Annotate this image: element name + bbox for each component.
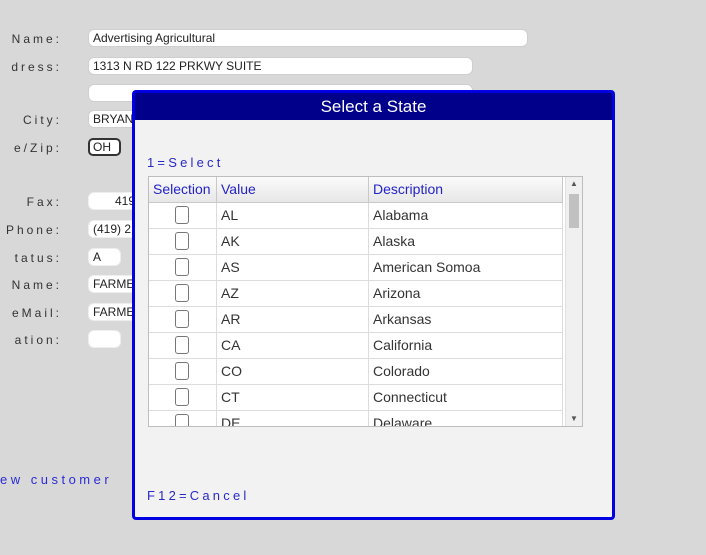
selection-column-header[interactable]: Selection [149, 177, 217, 202]
description-cell: Alaska [369, 229, 563, 254]
fax-label: Fax: [26, 195, 62, 209]
selection-checkbox[interactable] [175, 362, 189, 380]
selection-checkbox[interactable] [175, 232, 189, 250]
selection-cell [149, 203, 217, 228]
selection-cell [149, 411, 217, 426]
description-column-header[interactable]: Description [369, 177, 563, 202]
value-cell: CO [217, 359, 369, 384]
description-cell: Arkansas [369, 307, 563, 332]
selection-cell [149, 229, 217, 254]
select-hint: 1=Select [147, 155, 224, 170]
name-label: Name: [11, 32, 62, 46]
grid-vertical-scrollbar[interactable]: ▲ ▼ [565, 177, 582, 426]
table-row[interactable]: DE Delaware [149, 411, 563, 426]
new-customer-link[interactable]: ew customer [0, 472, 112, 487]
city-label: City: [23, 113, 62, 127]
table-row[interactable]: CA California [149, 333, 563, 359]
selection-cell [149, 385, 217, 410]
selection-cell [149, 333, 217, 358]
value-cell: AK [217, 229, 369, 254]
select-state-dialog: Select a State 1=Select Selection Value … [132, 90, 615, 520]
table-row[interactable]: AL Alabama [149, 203, 563, 229]
location-label: ation: [14, 333, 62, 347]
description-cell: American Somoa [369, 255, 563, 280]
value-cell: DE [217, 411, 369, 426]
selection-checkbox[interactable] [175, 336, 189, 354]
state-field[interactable]: OH [88, 138, 121, 156]
description-cell: Arizona [369, 281, 563, 306]
status-field[interactable]: A [88, 248, 121, 266]
description-cell: Colorado [369, 359, 563, 384]
table-row[interactable]: AS American Somoa [149, 255, 563, 281]
table-row[interactable]: CT Connecticut [149, 385, 563, 411]
address-label: dress: [11, 60, 62, 74]
table-row[interactable]: AZ Arizona [149, 281, 563, 307]
table-row[interactable]: AK Alaska [149, 229, 563, 255]
selection-checkbox[interactable] [175, 206, 189, 224]
selection-checkbox[interactable] [175, 414, 189, 426]
selection-checkbox[interactable] [175, 258, 189, 276]
selection-cell [149, 359, 217, 384]
state-grid: Selection Value Description AL Alabama A… [148, 176, 583, 427]
cancel-hint[interactable]: F12=Cancel [147, 488, 249, 503]
value-cell: CT [217, 385, 369, 410]
description-cell: Connecticut [369, 385, 563, 410]
email-label: eMail: [11, 306, 62, 320]
grid-rows: AL Alabama AK Alaska AS American Somoa A… [149, 203, 563, 426]
name-field[interactable]: Advertising Agricultural [88, 29, 528, 47]
table-row[interactable]: CO Colorado [149, 359, 563, 385]
value-cell: AR [217, 307, 369, 332]
description-cell: California [369, 333, 563, 358]
address-field[interactable]: 1313 N RD 122 PRKWY SUITE [88, 57, 473, 75]
contact-name-label: Name: [11, 278, 62, 292]
description-cell: Delaware [369, 411, 563, 426]
status-label: tatus: [14, 251, 62, 265]
scrollbar-thumb[interactable] [569, 194, 579, 228]
value-cell: CA [217, 333, 369, 358]
location-field[interactable] [88, 330, 121, 348]
selection-checkbox[interactable] [175, 310, 189, 328]
value-cell: AL [217, 203, 369, 228]
value-cell: AS [217, 255, 369, 280]
table-row[interactable]: AR Arkansas [149, 307, 563, 333]
phone-label: Phone: [5, 223, 62, 237]
value-cell: AZ [217, 281, 369, 306]
grid-header: Selection Value Description [149, 177, 563, 203]
selection-checkbox[interactable] [175, 388, 189, 406]
selection-cell [149, 255, 217, 280]
scroll-up-arrow-icon[interactable]: ▲ [566, 177, 582, 191]
description-cell: Alabama [369, 203, 563, 228]
selection-cell [149, 281, 217, 306]
state-zip-label: e/Zip: [13, 141, 62, 155]
scroll-down-arrow-icon[interactable]: ▼ [566, 412, 582, 426]
dialog-title: Select a State [135, 93, 612, 120]
selection-checkbox[interactable] [175, 284, 189, 302]
value-column-header[interactable]: Value [217, 177, 369, 202]
selection-cell [149, 307, 217, 332]
